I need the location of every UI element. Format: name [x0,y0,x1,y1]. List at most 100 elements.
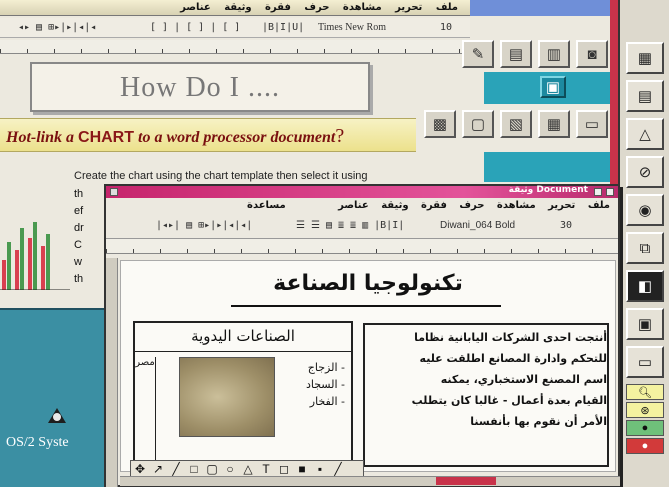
thumb-bar [46,234,50,290]
contrast-tool-icon[interactable]: ◧ [626,270,664,302]
document-page[interactable]: تكنولوجيا الصناعة أنتجت احدى الشركات الي… [120,260,616,472]
body-frag: th [74,273,84,285]
back-menu-bar: ملف تحرير مشاهدة حرف فقرة وثيقة عناصر [170,2,458,13]
font-size-field[interactable]: 30 [560,220,572,232]
hotlink-chart-word: CHART [78,129,135,146]
tag-icon[interactable]: ⊛ [626,402,664,418]
menu-edit[interactable]: تحرير [395,2,422,13]
style-icons[interactable]: |B|I|U| [262,22,304,34]
zoom-icon[interactable]: 🔍︎ [626,384,664,400]
palette-swatch-icon[interactable]: ▣ [540,76,566,98]
shape-tool-icon[interactable]: △ [626,118,664,150]
crafts-divider [135,351,351,352]
maximize-button[interactable] [606,188,614,196]
crafts-photo[interactable] [179,357,275,437]
os2-system-label[interactable]: OS/2 Syste [6,435,69,451]
thumb-bar [15,250,19,290]
front-ruler[interactable] [106,238,618,254]
menu-help[interactable]: مساعدة [247,200,286,211]
title-underline [231,305,501,307]
table-tool-icon[interactable]: ▤ [626,80,664,112]
link-tool-icon[interactable]: ⊘ [626,156,664,188]
menu-file[interactable]: ملف [588,200,610,211]
heading-box: How Do I .... [30,62,370,112]
arrow-icon[interactable]: ↗ [149,462,167,476]
body-fragments: th ef dr C w th [74,186,84,288]
crafts-column-divider [155,357,156,465]
tool-book-icon[interactable]: ▥ [538,40,570,68]
scroll-thumb[interactable] [436,477,496,485]
minimize-button[interactable] [594,188,602,196]
menu-doc[interactable]: وثيقة [381,200,408,211]
solid-icon[interactable]: ▪ [311,462,329,476]
pointer-icon[interactable]: ✥ [131,462,149,476]
menu-file[interactable]: ملف [436,2,458,13]
back-ruler[interactable] [0,40,470,54]
text-icon[interactable]: T [257,462,275,476]
back-titlebar-active-region [470,0,618,16]
slash-icon[interactable]: ╱ [329,462,347,476]
rectangle-icon[interactable]: □ [185,462,203,476]
print-tool-icon[interactable]: ▭ [626,346,664,378]
record-tool-icon[interactable]: ◉ [626,194,664,226]
align-icons[interactable]: ☰ ☰ ▤ ≣ ≣ ▥ |B|I| [296,220,404,232]
front-window: وثيقة Document ملف تحرير مشاهدة حرف فقرة… [104,184,620,487]
menu-char[interactable]: حرف [459,200,484,211]
menu-char[interactable]: حرف [304,2,329,13]
menu-para[interactable]: فقرة [421,200,447,211]
line-icon[interactable]: ╱ [167,462,185,476]
menu-para[interactable]: فقرة [265,2,291,13]
ok-icon[interactable]: ● [626,420,664,436]
menu-elements[interactable]: عناصر [338,200,369,211]
system-menu-icon[interactable] [110,188,118,196]
vertical-scrollbar[interactable] [106,258,118,487]
tool-pen-icon[interactable]: ✎ [462,40,494,68]
menu-elements[interactable]: عناصر [180,2,211,13]
thumb-bar [20,228,24,290]
ellipse-icon[interactable]: ○ [221,462,239,476]
direction-icons[interactable]: ◂▸ ▤ ⊞▸|▸|◂|◂ [18,22,96,34]
tool-image-icon[interactable]: ▩ [424,110,456,138]
chart-thumbnail[interactable] [0,220,70,290]
crafts-item: - السجاد [305,378,345,391]
back-window-titlebar[interactable]: ملف تحرير مشاهدة حرف فقرة وثيقة عناصر [0,0,618,16]
menu-edit[interactable]: تحرير [548,200,575,211]
body-frag: th [74,188,84,200]
frame-icon[interactable]: ◻ [275,462,293,476]
tool-photo-icon[interactable]: ◙ [576,40,608,68]
rounded-rect-icon[interactable]: ▢ [203,462,221,476]
body-frag: ef [74,205,84,217]
article-line: الأمر أن نقوم بها بأنفسنا [470,415,607,428]
tool-grid-icon[interactable]: ▦ [538,110,570,138]
menu-view[interactable]: مشاهدة [343,2,382,13]
save-tool-icon[interactable]: ▣ [626,308,664,340]
article-text: أنتجت احدى الشركات اليابانية نظاما للتحك… [371,327,607,432]
direction-icons[interactable]: |◂▸| ▤ ⊞▸|▸|◂|◂| [156,220,252,232]
front-toolbar: |◂▸| ▤ ⊞▸|▸|◂|◂| ☰ ☰ ▤ ≣ ≣ ▥ |B|I| Diwan… [156,216,606,234]
tool-list-icon[interactable]: ▤ [500,40,532,68]
hotlink-prefix: Hot-link a [6,129,75,146]
grid-tool-icon[interactable]: ▦ [626,42,664,74]
body-frag: w [74,256,82,268]
menu-doc[interactable]: وثيقة [224,2,251,13]
menu-view[interactable]: مشاهدة [497,200,536,211]
window-tool-icon[interactable]: ⧉ [626,232,664,264]
thumb-bar [7,242,11,290]
front-window-titlebar[interactable]: وثيقة Document [106,185,618,198]
font-selector[interactable]: Times New Rom [318,22,386,34]
tool-picture-icon[interactable]: ▧ [500,110,532,138]
font-selector[interactable]: Diwani_064 Bold [440,220,515,232]
article-line: للتحكم وادارة المصانع اطلقت عليه [419,352,607,365]
os2-system-icon[interactable] [44,405,70,427]
tab-stop-icons[interactable]: [ ] | [ ] | [ ] [150,22,240,34]
right-toolbar: ▦ ▤ △ ⊘ ◉ ⧉ ◧ ▣ ▭ 🔍︎ ⊛ ● ● [618,0,669,487]
triangle-icon[interactable]: △ [239,462,257,476]
fill-icon[interactable]: ■ [293,462,311,476]
article-line: اسم المصنع الاستخباري، يمكنه [440,373,607,386]
tool-display-icon[interactable]: ▭ [576,110,608,138]
tool-frame-icon[interactable]: ▢ [462,110,494,138]
font-size-field[interactable]: 10 [440,22,452,34]
stop-icon[interactable]: ● [626,438,664,454]
horizontal-scrollbar[interactable] [120,476,620,486]
hotlink-question-mark: ? [335,125,345,147]
